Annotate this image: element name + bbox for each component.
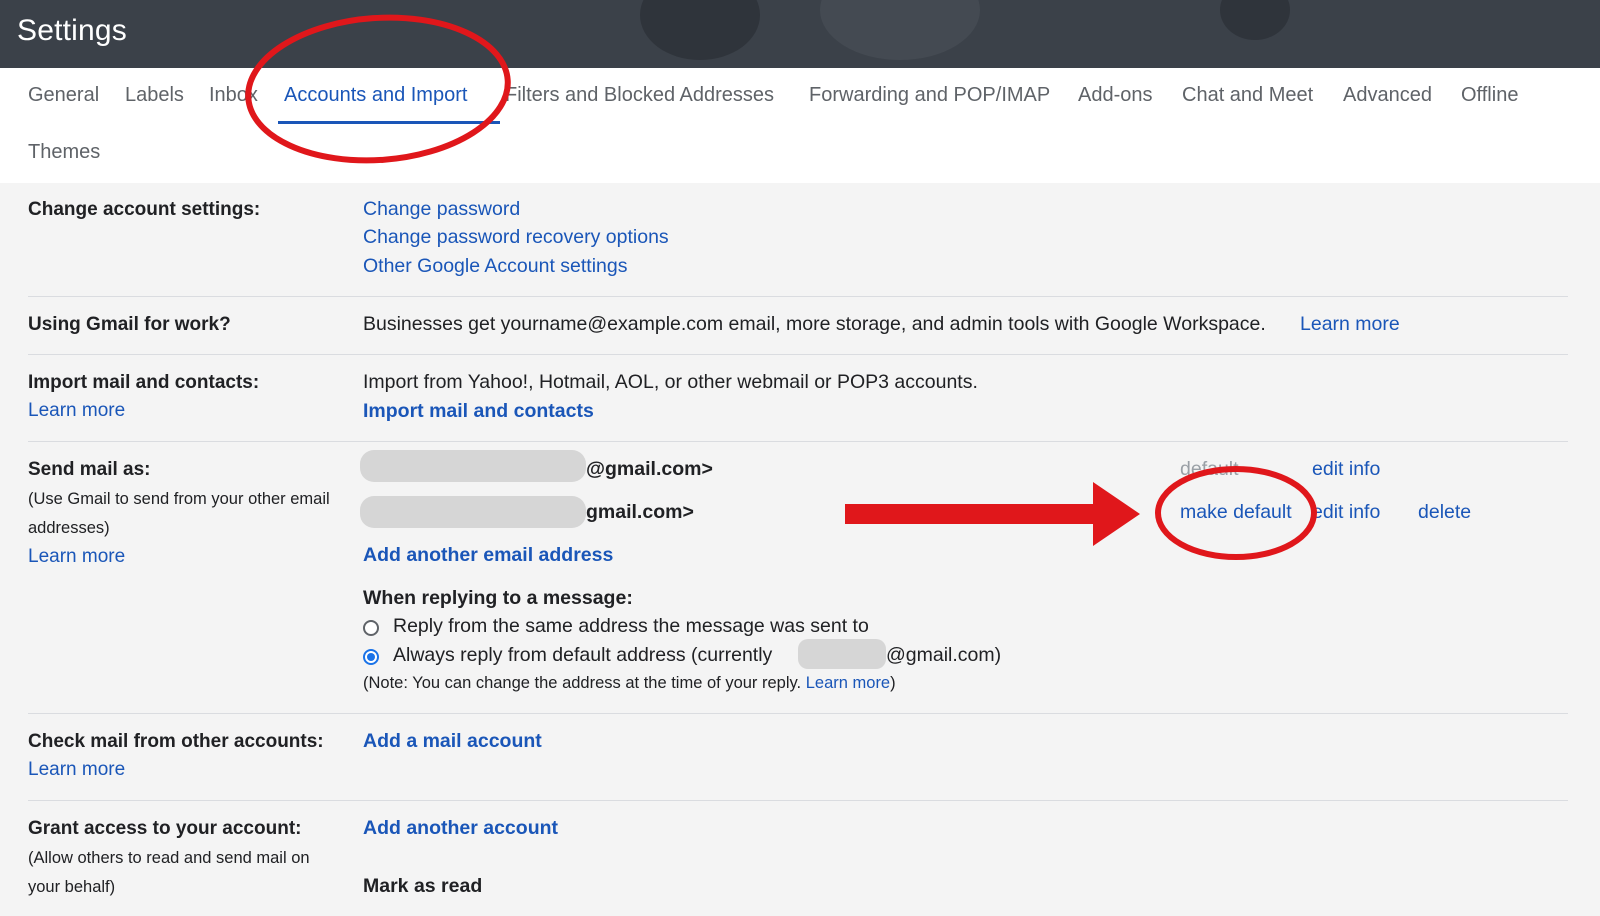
reply-same-address-radio[interactable] <box>363 620 379 636</box>
import-mail-and-contacts-link[interactable]: Import mail and contacts <box>363 400 594 423</box>
settings-content: Change account settings: Change password… <box>0 183 1600 916</box>
tab-labels[interactable]: Labels <box>125 84 184 107</box>
mark-as-read-heading: Mark as read <box>363 875 483 897</box>
reply-default-address-label: Always reply from default address (curre… <box>393 644 773 666</box>
make-default-link[interactable]: make default <box>1180 501 1292 524</box>
send-mail-as-description-line2: addresses) <box>28 519 110 537</box>
tab-filters-and-blocked-addresses[interactable]: Filters and Blocked Addresses <box>505 84 774 107</box>
section-divider <box>28 713 1568 714</box>
tab-forwarding-and-pop-imap[interactable]: Forwarding and POP/IMAP <box>809 84 1050 107</box>
edit-info-link-2[interactable]: edit info <box>1312 501 1380 524</box>
header-background-decoration <box>640 0 760 60</box>
change-account-settings-label: Change account settings: <box>28 199 261 220</box>
tab-accounts-and-import[interactable]: Accounts and Import <box>284 84 467 107</box>
tab-themes[interactable]: Themes <box>28 141 100 164</box>
grant-access-description-line2: your behalf) <box>28 878 116 896</box>
grant-access-description-line1: (Allow others to read and send mail on <box>28 849 310 867</box>
default-address-indicator: default <box>1180 458 1239 480</box>
reply-default-address-email: @gmail.com) <box>886 644 1002 666</box>
send-as-address-1: @gmail.com> <box>586 458 713 480</box>
reply-default-address-radio[interactable] <box>363 649 379 665</box>
redacted-name <box>360 450 586 482</box>
header-background-decoration <box>1220 0 1290 40</box>
check-mail-learn-more-link[interactable]: Learn more <box>28 759 125 781</box>
add-mail-account-link[interactable]: Add a mail account <box>363 730 542 753</box>
change-password-recovery-link[interactable]: Change password recovery options <box>363 226 669 249</box>
delete-address-link[interactable]: delete <box>1418 501 1471 524</box>
tab-offline[interactable]: Offline <box>1461 84 1518 107</box>
tab-inbox[interactable]: Inbox <box>209 84 258 107</box>
redacted-name <box>798 639 886 669</box>
section-divider <box>28 354 1568 355</box>
other-google-account-settings-link[interactable]: Other Google Account settings <box>363 255 628 278</box>
add-another-account-link[interactable]: Add another account <box>363 817 558 840</box>
check-mail-label: Check mail from other accounts: <box>28 731 324 752</box>
reply-note-learn-more-link[interactable]: Learn more <box>806 674 890 692</box>
grant-access-label: Grant access to your account: <box>28 818 302 839</box>
reply-same-address-label: Reply from the same address the message … <box>393 615 869 637</box>
tab-add-ons[interactable]: Add-ons <box>1078 84 1153 107</box>
change-password-link[interactable]: Change password <box>363 198 520 221</box>
reply-note-text: (Note: You can change the address at the… <box>363 674 802 692</box>
redacted-name <box>360 496 586 528</box>
section-divider <box>28 441 1568 442</box>
reply-note-closing: ) <box>890 674 896 692</box>
gmail-for-work-learn-more-link[interactable]: Learn more <box>1300 313 1400 336</box>
active-tab-indicator <box>278 121 500 124</box>
edit-info-link-1[interactable]: edit info <box>1312 458 1380 481</box>
add-another-email-address-link[interactable]: Add another email address <box>363 544 613 567</box>
reply-note: (Note: You can change the address at the… <box>363 674 896 693</box>
send-mail-as-description-line1: (Use Gmail to send from your other email <box>28 490 330 508</box>
tab-chat-and-meet[interactable]: Chat and Meet <box>1182 84 1313 107</box>
reply-setting-heading: When replying to a message: <box>363 587 633 609</box>
page-title: Settings <box>17 14 127 47</box>
section-divider <box>28 296 1568 297</box>
send-mail-as-label: Send mail as: <box>28 459 151 480</box>
gmail-for-work-label: Using Gmail for work? <box>28 314 231 335</box>
gmail-for-work-text: Businesses get yourname@example.com emai… <box>363 313 1266 335</box>
header-background-decoration <box>820 0 980 60</box>
import-mail-label: Import mail and contacts: <box>28 372 260 393</box>
tab-general[interactable]: General <box>28 84 99 107</box>
settings-header: Settings <box>0 0 1600 68</box>
section-divider <box>28 800 1568 801</box>
settings-tabs: General Labels Inbox Accounts and Import… <box>0 68 1600 183</box>
tab-advanced[interactable]: Advanced <box>1343 84 1432 107</box>
import-description: Import from Yahoo!, Hotmail, AOL, or oth… <box>363 371 978 393</box>
send-as-address-2: gmail.com> <box>586 501 694 523</box>
send-mail-as-learn-more-link[interactable]: Learn more <box>28 546 125 568</box>
import-learn-more-link[interactable]: Learn more <box>28 400 125 422</box>
